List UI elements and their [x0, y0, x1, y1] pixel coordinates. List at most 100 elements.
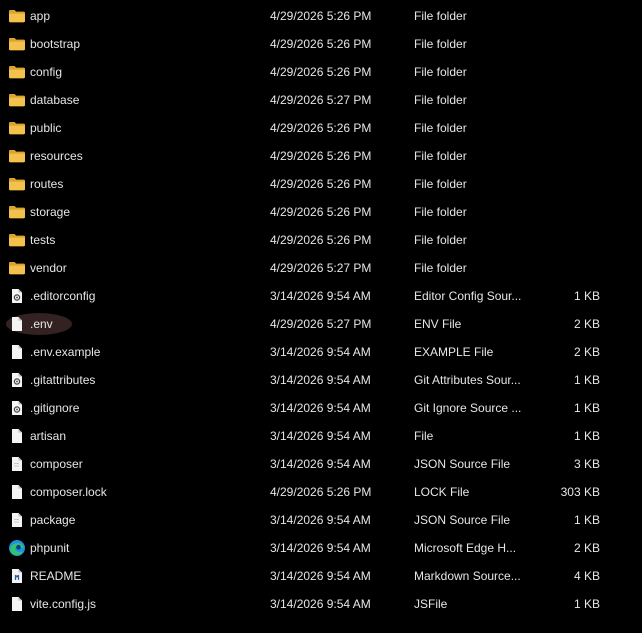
file-name[interactable]: routes — [30, 170, 260, 198]
file-type: File folder — [414, 65, 467, 79]
file-date-modified: 4/29/2026 5:27 PM — [270, 93, 372, 107]
file-type: File folder — [414, 37, 467, 51]
file-size — [540, 114, 600, 142]
file-row[interactable]: .env.example 3/14/2026 9:54 AM EXAMPLE Fil… — [0, 338, 642, 366]
file-icon-cell — [8, 198, 26, 226]
file-date-modified: 4/29/2026 5:27 PM — [270, 261, 372, 275]
file-icon-cell — [8, 254, 26, 282]
file-name[interactable]: .editorconfig — [30, 282, 260, 310]
file-icon-cell — [8, 170, 26, 198]
file-size: 1 KB — [573, 429, 600, 443]
file-type: Markdown Source... — [414, 569, 521, 583]
file-date-modified: 4/29/2026 5:26 PM — [270, 177, 372, 191]
file-icon-cell — [8, 366, 26, 394]
file-size: 303 KB — [560, 485, 600, 499]
file-icon-cell — [8, 562, 26, 590]
file-name[interactable]: bootstrap — [30, 30, 260, 58]
blank-file-icon — [8, 428, 26, 444]
file-type: JSON Source File — [414, 457, 511, 471]
file-name[interactable]: tests — [30, 226, 260, 254]
file-row[interactable]: database 4/29/2026 5:27 PM File folder — [0, 86, 642, 114]
file-row[interactable]: package 3/14/2026 9:54 AM JSON Source File… — [0, 506, 642, 534]
file-size: 2 KB — [573, 317, 600, 331]
file-name[interactable]: package — [30, 506, 260, 534]
file-name[interactable]: phpunit — [30, 534, 260, 562]
file-size — [540, 198, 600, 226]
file-row[interactable]: .editorconfig 3/14/2026 9:54 AM Editor Con… — [0, 282, 642, 310]
folder-icon — [8, 64, 26, 80]
file-icon-cell — [8, 114, 26, 142]
folder-icon — [8, 204, 26, 220]
file-type: ENV File — [414, 317, 462, 331]
file-row[interactable]: README 3/14/2026 9:54 AM Markdown Source..… — [0, 562, 642, 590]
file-row[interactable]: vendor 4/29/2026 5:27 PM File folder — [0, 254, 642, 282]
folder-icon — [8, 92, 26, 108]
file-row[interactable]: .env 4/29/2026 5:27 PM ENV File 2 KB — [0, 310, 642, 338]
file-icon-cell — [8, 30, 26, 58]
file-name[interactable]: vite.config.js — [30, 590, 260, 618]
file-name[interactable]: .env — [30, 310, 260, 338]
file-name[interactable]: .gitattributes — [30, 366, 260, 394]
file-icon-cell — [8, 590, 26, 618]
file-date-modified: 4/29/2026 5:26 PM — [270, 9, 372, 23]
file-date-modified: 3/14/2026 9:54 AM — [270, 597, 371, 611]
file-name[interactable]: database — [30, 86, 260, 114]
file-date-modified: 3/14/2026 9:54 AM — [270, 373, 371, 387]
file-row[interactable]: .gitignore 3/14/2026 9:54 AM Git Ignore So… — [0, 394, 642, 422]
json-file-icon — [8, 456, 26, 472]
file-type: File folder — [414, 205, 467, 219]
file-type: Editor Config Sour... — [414, 289, 522, 303]
file-date-modified: 4/29/2026 5:26 PM — [270, 37, 372, 51]
file-name[interactable]: config — [30, 58, 260, 86]
file-row[interactable]: routes 4/29/2026 5:26 PM File folder — [0, 170, 642, 198]
file-name[interactable]: app — [30, 2, 260, 30]
file-name[interactable]: resources — [30, 142, 260, 170]
file-size — [540, 30, 600, 58]
file-row[interactable]: .gitattributes 3/14/2026 9:54 AM Git Attri… — [0, 366, 642, 394]
file-icon-cell — [8, 394, 26, 422]
folder-icon — [8, 120, 26, 136]
file-name[interactable]: storage — [30, 198, 260, 226]
file-name[interactable]: composer — [30, 450, 260, 478]
file-type: LOCK File — [414, 485, 470, 499]
file-row[interactable]: resources 4/29/2026 5:26 PM File folder — [0, 142, 642, 170]
file-row[interactable]: app 4/29/2026 5:26 PM File folder — [0, 2, 642, 30]
file-row[interactable]: composer.lock 4/29/2026 5:26 PM LOCK File 3… — [0, 478, 642, 506]
file-date-modified: 4/29/2026 5:26 PM — [270, 65, 372, 79]
file-name[interactable]: vendor — [30, 254, 260, 282]
file-row[interactable]: tests 4/29/2026 5:26 PM File folder — [0, 226, 642, 254]
file-type: Git Ignore Source ... — [414, 401, 522, 415]
file-row[interactable]: vite.config.js 3/14/2026 9:54 AM JSFile 1 K… — [0, 590, 642, 618]
file-icon-cell — [8, 506, 26, 534]
file-row[interactable]: artisan 3/14/2026 9:54 AM File 1 KB — [0, 422, 642, 450]
file-row[interactable]: storage 4/29/2026 5:26 PM File folder — [0, 198, 642, 226]
file-date-modified: 4/29/2026 5:26 PM — [270, 121, 372, 135]
file-size — [540, 86, 600, 114]
file-icon-cell — [8, 422, 26, 450]
edge-icon — [8, 539, 26, 556]
file-size — [540, 2, 600, 30]
file-row[interactable]: config 4/29/2026 5:26 PM File folder — [0, 58, 642, 86]
file-date-modified: 4/29/2026 5:26 PM — [270, 149, 372, 163]
file-name[interactable]: .gitignore — [30, 394, 260, 422]
file-date-modified: 3/14/2026 9:54 AM — [270, 289, 371, 303]
file-name[interactable]: .env.example — [30, 338, 260, 366]
file-name[interactable]: README — [30, 562, 260, 590]
folder-icon — [8, 36, 26, 52]
file-name[interactable]: composer.lock — [30, 478, 260, 506]
file-row[interactable]: phpunit 3/14/2026 9:54 AM Microsoft Edge H… — [0, 534, 642, 562]
file-type: File folder — [414, 9, 467, 23]
file-name[interactable]: public — [30, 114, 260, 142]
file-icon-cell — [8, 58, 26, 86]
folder-icon — [8, 260, 26, 276]
file-date-modified: 4/29/2026 5:27 PM — [270, 317, 372, 331]
file-size: 1 KB — [573, 289, 600, 303]
file-type: File folder — [414, 177, 467, 191]
file-row[interactable]: composer 3/14/2026 9:54 AM JSON Source Fil… — [0, 450, 642, 478]
file-size: 1 KB — [573, 513, 600, 527]
file-row[interactable]: bootstrap 4/29/2026 5:26 PM File folder — [0, 30, 642, 58]
file-row[interactable]: public 4/29/2026 5:26 PM File folder — [0, 114, 642, 142]
folder-icon — [8, 176, 26, 192]
file-type: EXAMPLE File — [414, 345, 494, 359]
file-name[interactable]: artisan — [30, 422, 260, 450]
